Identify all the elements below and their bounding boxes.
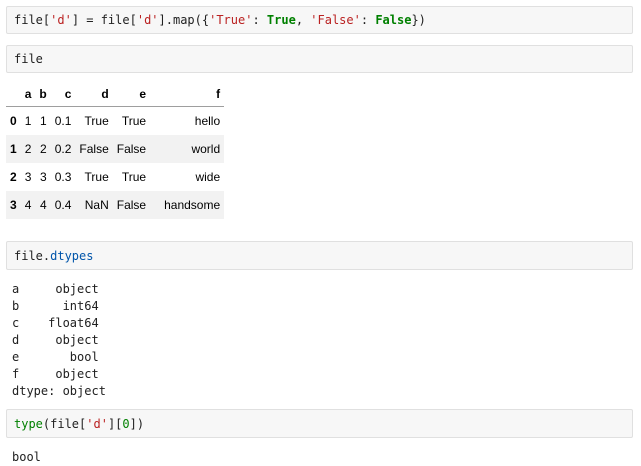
- code-token: 'False': [310, 13, 361, 27]
- code-token: False: [375, 13, 412, 27]
- row-index: 1: [10, 142, 17, 156]
- code-token: dtypes: [50, 248, 94, 263]
- table-cell: True: [84, 114, 109, 128]
- code-token: :: [252, 13, 267, 27]
- table-cell: 0.4: [54, 198, 72, 212]
- type-output: bool: [12, 450, 41, 464]
- code-token: 0: [122, 416, 130, 431]
- column-header: [6, 82, 21, 107]
- code-token: file: [14, 52, 43, 66]
- table-cell: 0.1: [54, 114, 72, 128]
- dtype-line: b int64: [12, 299, 99, 313]
- table-row: 1 2 2 0.2 False False world: [6, 135, 225, 163]
- code-text[interactable]: file.dtypes: [14, 249, 93, 263]
- code-text[interactable]: file['d'] = file['d'].map({'True': True,…: [14, 13, 426, 27]
- code-token: (file[: [42, 416, 87, 431]
- dtype-line: c float64: [12, 316, 99, 330]
- table-cell: 3: [40, 170, 47, 184]
- table-cell: world: [191, 142, 221, 156]
- code-token: ][: [107, 416, 123, 431]
- code-token: ,: [295, 13, 311, 27]
- table-row: 0 1 1 0.1 True True hello: [6, 107, 224, 136]
- column-header: d: [75, 82, 113, 107]
- code-token: ].map({: [158, 13, 210, 27]
- code-cell-map[interactable]: file['d'] = file['d'].map({'True': True,…: [6, 6, 633, 34]
- table-cell: 0.2: [54, 142, 72, 156]
- code-token: file[: [14, 13, 51, 27]
- code-token: file.: [14, 248, 51, 263]
- code-cell-file[interactable]: file: [6, 45, 633, 73]
- table-cell: wide: [195, 170, 221, 184]
- dtype-line: e bool: [12, 350, 99, 364]
- table-cell: True: [121, 114, 147, 128]
- code-token: 'True': [209, 13, 253, 27]
- table-cell: True: [84, 170, 109, 184]
- code-token: }): [411, 13, 426, 27]
- code-token: ] = file[: [71, 13, 137, 27]
- code-text[interactable]: type(file['d'][0]): [14, 417, 144, 431]
- dtypes-output: a object b int64 c float64 d object e bool f …: [12, 281, 106, 400]
- column-header: f: [150, 82, 225, 107]
- table-cell: 3: [24, 170, 32, 184]
- code-token: type: [14, 416, 43, 431]
- dtype-line: d object: [12, 333, 99, 347]
- dataframe-table: abcdef 0 1 1 0.1 True True hello 1 2 2 0.2 False Fal…: [6, 82, 225, 219]
- code-token: :: [360, 13, 376, 27]
- table-cell: False: [116, 142, 147, 156]
- row-index: 2: [10, 170, 17, 184]
- table-cell: 4: [40, 198, 47, 212]
- dataframe-header: abcdef: [6, 82, 225, 107]
- row-index: 0: [10, 114, 17, 128]
- code-cell-dtypes[interactable]: file.dtypes: [6, 241, 633, 270]
- table-cell: 4: [24, 198, 32, 212]
- column-header: e: [112, 82, 151, 107]
- table-cell: 2: [24, 142, 32, 156]
- dataframe-body: 0 1 1 0.1 True True hello 1 2 2 0.2 False False world…: [6, 107, 225, 219]
- column-header: a: [20, 82, 36, 107]
- column-header: b: [35, 82, 51, 107]
- table-cell: 2: [40, 142, 47, 156]
- code-token: 'd': [50, 13, 72, 27]
- table-cell: hello: [194, 114, 221, 128]
- code-token: ]): [129, 416, 145, 431]
- dtype-line: a object: [12, 282, 99, 296]
- code-token: True: [266, 13, 296, 27]
- table-cell: 1: [40, 114, 47, 128]
- dtype-line: f object: [12, 367, 99, 381]
- table-row: 3 4 4 0.4 NaN False handsome: [6, 191, 225, 219]
- table-row: 2 3 3 0.3 True True wide: [6, 163, 224, 191]
- table-cell: 0.3: [54, 170, 72, 184]
- table-cell: False: [79, 142, 109, 156]
- code-text[interactable]: file: [14, 52, 43, 66]
- dtype-line: dtype: object: [12, 384, 106, 398]
- table-cell: handsome: [164, 198, 221, 212]
- code-token: 'd': [136, 13, 159, 27]
- table-cell: 1: [24, 114, 32, 128]
- code-token: 'd': [86, 416, 108, 431]
- code-cell-type[interactable]: type(file['d'][0]): [6, 409, 633, 438]
- column-header: c: [50, 82, 76, 107]
- table-cell: NaN: [84, 198, 109, 212]
- table-cell: False: [116, 198, 147, 212]
- table-cell: True: [121, 170, 147, 184]
- row-index: 3: [10, 198, 17, 212]
